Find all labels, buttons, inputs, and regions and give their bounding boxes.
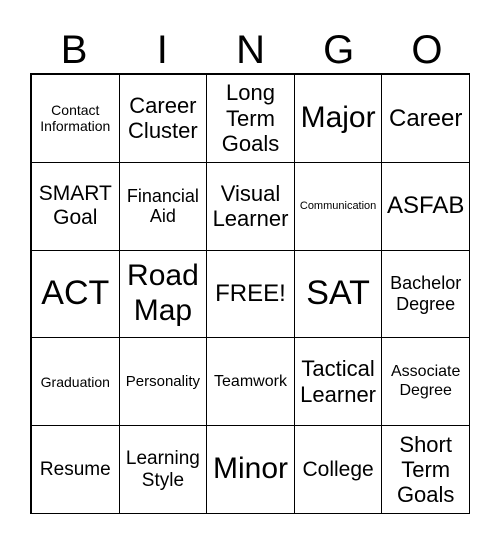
bingo-cell[interactable]: Long Term Goals xyxy=(206,74,295,163)
bingo-cell-text: College xyxy=(302,457,374,481)
bingo-cell[interactable]: Visual Learner xyxy=(206,161,295,251)
bingo-cell-text: Graduation xyxy=(40,373,110,390)
bingo-cell-text: Major xyxy=(300,101,376,135)
bingo-cell[interactable]: FREE! xyxy=(206,249,295,339)
bingo-cell[interactable]: ACT xyxy=(31,249,120,339)
bingo-cell-text: Minor xyxy=(212,452,288,486)
bingo-cell-text: Road Map xyxy=(127,259,199,327)
bingo-cell[interactable]: Communication xyxy=(293,161,383,251)
bingo-cell[interactable]: Short Term Goals xyxy=(381,425,470,514)
bingo-cell-text: Contact Information xyxy=(40,102,111,135)
header-letter-o: O xyxy=(411,28,443,72)
bingo-cell-text: Career Cluster xyxy=(128,93,198,144)
bingo-cell-text: Communication xyxy=(299,199,377,212)
bingo-cell[interactable]: Learning Style xyxy=(118,425,208,514)
bingo-cell-text: ACT xyxy=(41,274,110,313)
bingo-cell-text: Learning Style xyxy=(125,447,200,491)
bingo-cell-text: Personality xyxy=(125,373,200,391)
bingo-cell-text: Resume xyxy=(39,458,111,480)
bingo-cell[interactable]: Tactical Learner xyxy=(293,337,383,427)
bingo-cell-text: Long Term Goals xyxy=(221,80,280,157)
header-letter-n: N xyxy=(236,28,265,72)
header-letter-b: B xyxy=(60,28,88,72)
bingo-header: B I N G O xyxy=(30,28,471,72)
bingo-cell-text: Career xyxy=(389,104,463,132)
bingo-cell[interactable]: Major xyxy=(293,74,383,163)
bingo-cell[interactable]: Career Cluster xyxy=(118,74,208,163)
bingo-cell-text: Tactical Learner xyxy=(300,356,377,407)
bingo-cell-text: FREE! xyxy=(215,280,286,308)
bingo-cell[interactable]: Bachelor Degree xyxy=(381,249,470,339)
bingo-cell[interactable]: ASFAB xyxy=(381,161,470,251)
bingo-cell[interactable]: Personality xyxy=(118,337,208,427)
bingo-cell-text: SAT xyxy=(306,274,370,313)
bingo-cell-text: Visual Learner xyxy=(212,180,289,232)
bingo-grid: Contact Information Career Cluster Long Te… xyxy=(30,73,470,514)
bingo-cell-text: Financial Aid xyxy=(126,185,199,227)
bingo-cell-text: SMART Goal xyxy=(38,182,112,230)
bingo-cell[interactable]: Contact Information xyxy=(31,74,120,163)
bingo-cell[interactable]: Road Map xyxy=(118,249,208,339)
bingo-cell[interactable]: Teamwork xyxy=(206,337,295,427)
bingo-cell[interactable]: Graduation xyxy=(31,337,120,427)
bingo-cell-text: Associate Degree xyxy=(391,363,461,399)
bingo-cell[interactable]: SAT xyxy=(293,249,383,339)
bingo-cell[interactable]: SMART Goal xyxy=(31,161,120,251)
bingo-cell[interactable]: Associate Degree xyxy=(381,337,470,427)
bingo-cell[interactable]: Minor xyxy=(206,425,295,514)
header-letter-g: G xyxy=(323,28,355,72)
header-letter-i: I xyxy=(156,28,168,72)
bingo-cell-text: ASFAB xyxy=(387,192,465,220)
bingo-cell-text: Teamwork xyxy=(214,372,287,390)
bingo-cell[interactable]: Career xyxy=(381,74,470,163)
bingo-cell-text: Bachelor Degree xyxy=(390,273,462,314)
bingo-cell-text: Short Term Goals xyxy=(396,431,455,508)
bingo-cell[interactable]: Financial Aid xyxy=(118,161,208,251)
bingo-cell[interactable]: Resume xyxy=(31,425,120,514)
bingo-cell[interactable]: College xyxy=(293,425,383,514)
